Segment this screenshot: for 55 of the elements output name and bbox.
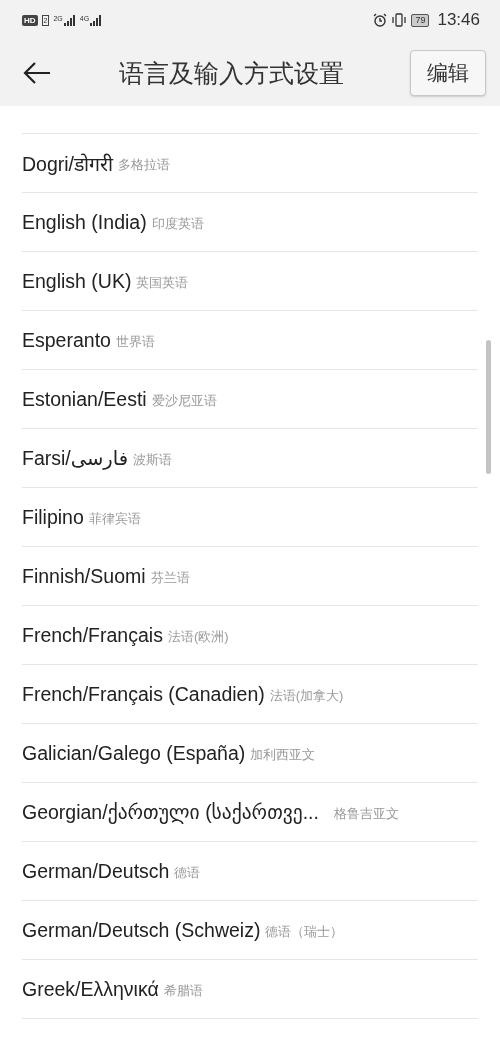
language-item[interactable]: Estonian/Eesti 爱沙尼亚语 — [22, 370, 478, 429]
language-note: 法语(欧洲) — [167, 628, 229, 646]
language-note: 爱沙尼亚语 — [151, 392, 217, 410]
scrollbar[interactable] — [486, 340, 491, 474]
language-name: Galician/Galego (España) — [22, 741, 246, 765]
language-item[interactable]: Greek/Ελληνικά 希腊语 — [22, 960, 478, 1019]
language-note: 德语 — [174, 864, 201, 882]
language-name: English (India) — [22, 210, 147, 234]
language-note: 芬兰语 — [150, 569, 190, 587]
language-item[interactable]: Georgian/ქართული (საქართვე... 格鲁吉亚文 — [22, 783, 478, 842]
language-note: 格鲁吉亚文 — [333, 805, 399, 823]
language-name: Georgian/ქართული (საქართვე... — [22, 800, 319, 824]
language-note: 印度英语 — [151, 215, 204, 233]
edit-button[interactable]: 编辑 — [410, 50, 486, 96]
language-item[interactable]: French/Français 法语(欧洲) — [22, 606, 478, 665]
language-note: 加利西亚文 — [250, 746, 316, 764]
language-item[interactable]: Filipino 菲律宾语 — [22, 488, 478, 547]
language-item[interactable]: Finnish/Suomi 芬兰语 — [22, 547, 478, 606]
language-name: Filipino — [22, 505, 84, 529]
language-name: Dogri/डोगरी — [22, 151, 114, 177]
language-name: Finnish/Suomi — [22, 564, 146, 588]
language-item[interactable]: Esperanto 世界语 — [22, 311, 478, 370]
language-note: 菲律宾语 — [88, 510, 141, 528]
language-name: French/Français — [22, 623, 163, 647]
language-name: German/Deutsch — [22, 859, 170, 883]
language-name: Greek/Ελληνικά — [22, 977, 159, 1001]
language-name: Esperanto — [22, 328, 111, 352]
language-note: 英国英语 — [136, 274, 189, 292]
language-name: Estonian/Eesti — [22, 387, 147, 411]
language-note: 德语（瑞士） — [265, 923, 344, 941]
alarm-icon — [373, 13, 388, 27]
vibrate-icon — [391, 13, 408, 27]
language-note: 法语(加拿大) — [269, 687, 344, 705]
language-item[interactable]: German/Deutsch 德语 — [22, 842, 478, 901]
page-title: 语言及输入方式设置 — [117, 57, 345, 89]
language-item[interactable]: German/Deutsch (Schweiz) 德语（瑞士） — [22, 901, 478, 960]
clock-time: 13:46 — [437, 10, 480, 30]
language-note: 世界语 — [115, 333, 155, 351]
language-name: English (UK) — [22, 269, 132, 293]
battery-level: 79 — [411, 13, 430, 27]
language-note: 波斯语 — [133, 451, 173, 469]
language-item[interactable]: French/Français (Canadien) 法语(加拿大) — [22, 665, 478, 724]
signal-icon — [63, 14, 76, 26]
language-note: 希腊语 — [163, 982, 203, 1000]
language-item[interactable]: Dogri/डोगरी 多格拉语 — [22, 134, 478, 193]
language-name: French/Français (Canadien) — [22, 682, 265, 706]
hd-badge: HD — [22, 14, 38, 26]
language-name: German/Deutsch (Schweiz) — [22, 918, 261, 942]
back-arrow-icon[interactable] — [22, 61, 52, 85]
language-name: Farsi/فارسی — [22, 446, 129, 470]
language-item[interactable]: English (India) 印度英语 — [22, 193, 478, 252]
language-item[interactable]: English (UK) 英国英语 — [22, 252, 478, 311]
signal-icon — [90, 14, 103, 26]
language-item[interactable]: Galician/Galego (España) 加利西亚文 — [22, 724, 478, 783]
language-note: 多格拉语 — [118, 156, 171, 174]
